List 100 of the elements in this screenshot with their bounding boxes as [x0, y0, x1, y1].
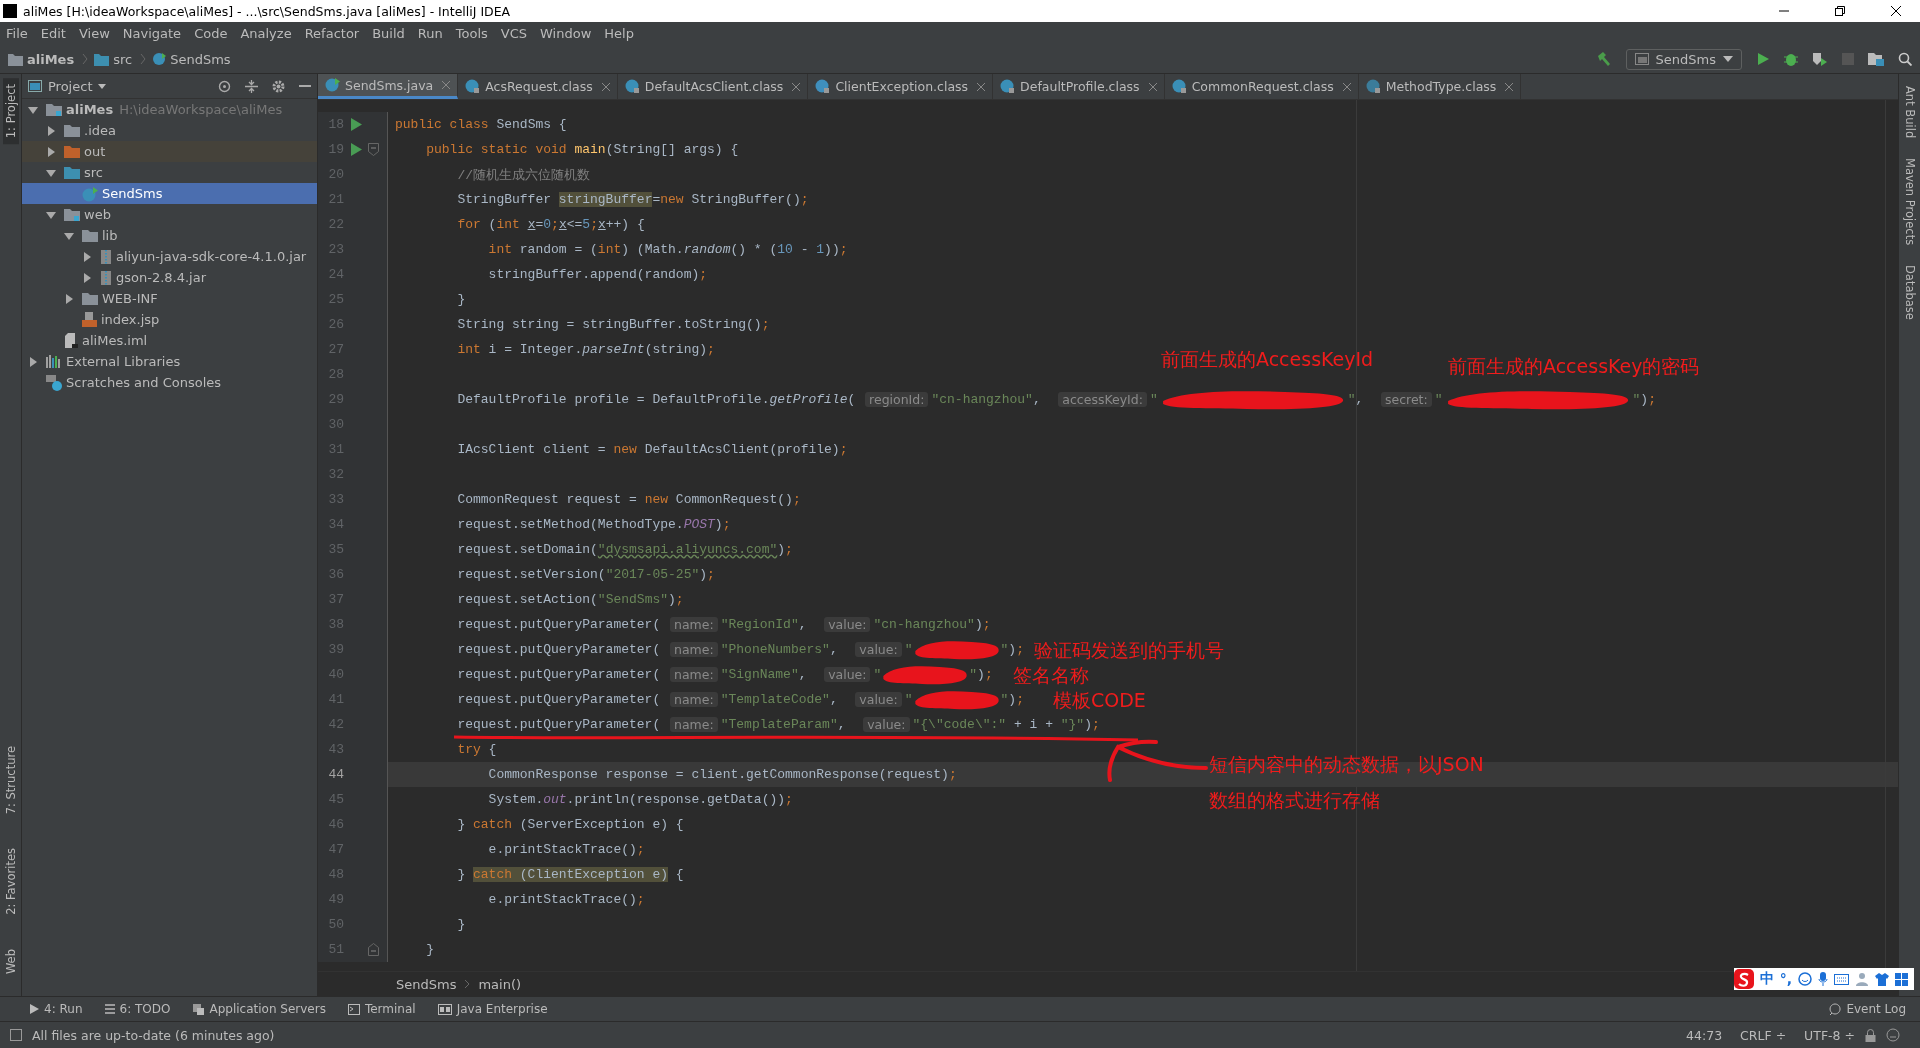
tree-item[interactable]: out: [22, 141, 317, 162]
grid-icon[interactable]: [1895, 972, 1908, 986]
keyboard-icon[interactable]: [1834, 973, 1849, 985]
tool-window-button[interactable]: 6: TODO: [104, 1002, 171, 1016]
microphone-icon[interactable]: [1818, 972, 1828, 986]
search-icon[interactable]: [1898, 52, 1912, 66]
tree-item[interactable]: aliyun-java-sdk-core-4.1.0.jar: [22, 246, 317, 267]
run-gutter-icon[interactable]: [350, 143, 362, 156]
breadcrumb-item[interactable]: SendSms: [396, 976, 457, 992]
editor-tab[interactable]: ClientException.class: [808, 74, 994, 99]
expand-arrow-icon[interactable]: [82, 251, 92, 262]
hammer-icon[interactable]: [1595, 51, 1612, 67]
tree-item[interactable]: External Libraries: [22, 351, 317, 372]
line-separator-selector[interactable]: CRLF ÷: [1740, 1027, 1787, 1043]
encoding-selector[interactable]: UTF-8 ÷: [1804, 1027, 1855, 1043]
tree-item[interactable]: index.jsp: [22, 309, 317, 330]
menu-item[interactable]: Edit: [40, 26, 66, 41]
menu-item[interactable]: VCS: [500, 26, 528, 41]
status-icon[interactable]: [10, 1029, 22, 1041]
event-log-button[interactable]: Event Log: [1829, 1002, 1906, 1016]
event-log-icon: [1829, 1003, 1842, 1015]
tree-item[interactable]: src: [22, 162, 317, 183]
tool-window-tab[interactable]: 1: Project: [2, 78, 19, 145]
lock-icon[interactable]: [1865, 1028, 1876, 1042]
collapse-arrow-icon[interactable]: [28, 104, 38, 115]
inspector-face-icon[interactable]: [1886, 1028, 1900, 1042]
menu-item[interactable]: View: [78, 26, 110, 41]
collapse-arrow-icon[interactable]: [46, 209, 56, 220]
collapse-icon[interactable]: [245, 79, 258, 93]
menu-item[interactable]: Navigate: [122, 26, 182, 41]
close-tab-icon[interactable]: [792, 82, 801, 91]
run-configuration-dropdown[interactable]: SendSms: [1625, 48, 1742, 70]
tree-item[interactable]: WEB-INF: [22, 288, 317, 309]
shirt-icon[interactable]: [1875, 972, 1889, 986]
tree-item[interactable]: gson-2.8.4.jar: [22, 267, 317, 288]
breadcrumb-item[interactable]: SendSms: [170, 51, 231, 67]
smiley-icon[interactable]: [1798, 972, 1812, 986]
punctuation-mode-label[interactable]: °,: [1779, 971, 1792, 987]
expand-arrow-icon[interactable]: [64, 293, 74, 304]
tool-window-tab[interactable]: Database: [1902, 265, 1917, 321]
breadcrumb-item[interactable]: main(): [478, 976, 522, 992]
menu-item[interactable]: Tools: [455, 26, 488, 41]
tree-item[interactable]: SendSms: [22, 183, 317, 204]
tool-window-tab[interactable]: Maven Projects: [1902, 158, 1917, 246]
editor-tab[interactable]: AcsRequest.class: [458, 74, 618, 99]
tree-item[interactable]: .idea: [22, 120, 317, 141]
coverage-icon[interactable]: [1812, 52, 1828, 66]
tool-window-button[interactable]: Terminal: [347, 1002, 416, 1016]
menu-item[interactable]: Refactor: [304, 26, 360, 41]
bug-icon[interactable]: [1784, 52, 1798, 66]
tool-window-button[interactable]: 4: Run: [30, 1002, 83, 1016]
tool-window-tab[interactable]: 7: Structure: [2, 739, 19, 821]
menu-item[interactable]: Build: [372, 26, 405, 41]
menu-item[interactable]: Window: [540, 26, 592, 41]
tool-window-button[interactable]: Application Servers: [192, 1002, 326, 1016]
restore-icon[interactable]: [1834, 5, 1846, 17]
breadcrumb-item[interactable]: aliMes: [27, 51, 75, 67]
close-tab-icon[interactable]: [1505, 82, 1514, 91]
tree-item[interactable]: Scratches and Consoles: [22, 372, 317, 393]
editor-tab[interactable]: DefaultAcsClient.class: [617, 74, 809, 99]
collapse-arrow-icon[interactable]: [64, 230, 74, 241]
close-tab-icon[interactable]: [1342, 82, 1351, 91]
expand-arrow-icon[interactable]: [46, 146, 56, 157]
close-tab-icon[interactable]: [1148, 82, 1157, 91]
expand-arrow-icon[interactable]: [46, 125, 56, 136]
project-view-dropdown[interactable]: Project: [28, 78, 107, 94]
close-tab-icon[interactable]: [977, 82, 986, 91]
tool-window-button[interactable]: Java Enterprise: [437, 1002, 548, 1016]
menu-item[interactable]: Code: [194, 26, 228, 41]
breadcrumb-item[interactable]: src: [113, 51, 133, 67]
jsp-file-icon: [82, 312, 97, 327]
close-icon[interactable]: [1890, 5, 1902, 17]
editor-tab[interactable]: SendSms.java: [318, 74, 459, 99]
code-text: e.printStackTrace();: [488, 892, 645, 907]
run-icon[interactable]: [1756, 52, 1770, 66]
tool-window-tab[interactable]: Ant Build: [1902, 86, 1917, 139]
tool-window-tab[interactable]: 2: Favorites: [2, 842, 19, 921]
expand-arrow-icon[interactable]: [28, 356, 38, 367]
menu-item[interactable]: Run: [417, 26, 443, 41]
editor-tab[interactable]: MethodType.class: [1358, 74, 1522, 99]
locate-icon[interactable]: [218, 79, 231, 93]
menu-item[interactable]: Help: [604, 26, 634, 41]
tree-item[interactable]: lib: [22, 225, 317, 246]
editor-tab[interactable]: DefaultProfile.class: [993, 74, 1165, 99]
tree-item[interactable]: aliMes.iml: [22, 330, 317, 351]
menu-item[interactable]: Analyze: [240, 26, 292, 41]
tree-item[interactable]: aliMes H:\ideaWorkspace\aliMes: [22, 99, 317, 120]
caret-position[interactable]: 44:73: [1686, 1027, 1723, 1043]
settings-icon[interactable]: [272, 79, 285, 93]
expand-arrow-icon[interactable]: [82, 272, 92, 283]
editor-tab[interactable]: CommonRequest.class: [1164, 74, 1359, 99]
project-structure-icon[interactable]: [1868, 52, 1884, 66]
folder-icon: [64, 208, 80, 221]
menu-item[interactable]: File: [6, 26, 28, 41]
close-tab-icon[interactable]: [601, 82, 610, 91]
collapse-arrow-icon[interactable]: [46, 167, 56, 178]
input-mode-label[interactable]: 中: [1759, 970, 1774, 988]
tool-window-tab[interactable]: Web: [2, 942, 19, 980]
run-gutter-icon[interactable]: [350, 118, 362, 131]
tree-item[interactable]: web: [22, 204, 317, 225]
